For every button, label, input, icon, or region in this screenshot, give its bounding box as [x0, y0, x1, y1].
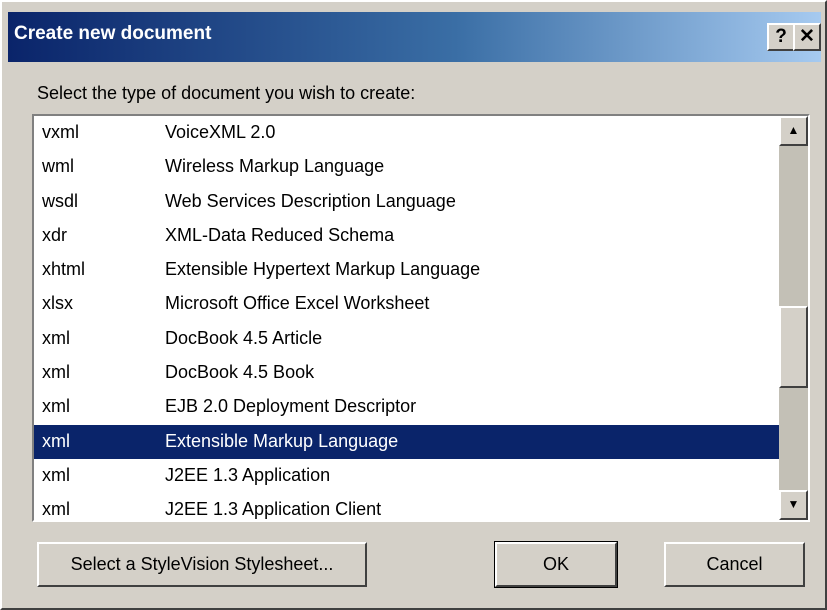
cancel-button[interactable]: Cancel — [664, 542, 805, 587]
file-extension: xml — [42, 430, 70, 451]
help-icon: ? — [775, 26, 787, 47]
dialog-title: Create new document — [14, 23, 212, 44]
file-extension: xml — [42, 327, 70, 348]
list-item[interactable]: xhtml Extensible Hypertext Markup Languag… — [34, 253, 779, 287]
document-description: EJB 2.0 Deployment Descriptor — [165, 396, 417, 417]
list-item[interactable]: xml DocBook 4.5 Article — [34, 322, 779, 356]
file-extension: xml — [42, 396, 70, 417]
file-extension: xml — [42, 362, 70, 383]
scroll-down-button[interactable]: ▼ — [779, 490, 808, 520]
document-description: XML-Data Reduced Schema — [165, 224, 395, 245]
create-new-document-dialog: Create new document ? ✕ Select the type … — [0, 0, 827, 610]
document-type-rows: vxml VoiceXML 2.0 wml Wireless Markup Langu… — [34, 116, 779, 520]
select-stylesheet-button[interactable]: Select a StyleVision Stylesheet... — [37, 542, 367, 587]
document-description: J2EE 1.3 Application — [165, 464, 331, 485]
scrollbar-thumb[interactable] — [779, 306, 808, 388]
document-description: Wireless Markup Language — [165, 156, 385, 177]
document-type-list[interactable]: vxml VoiceXML 2.0 wml Wireless Markup Langu… — [32, 114, 810, 522]
file-extension: xml — [42, 464, 70, 485]
document-description: Extensible Markup Language — [165, 430, 399, 451]
help-button[interactable]: ? — [767, 23, 795, 51]
file-extension: wsdl — [42, 190, 79, 211]
document-description: DocBook 4.5 Article — [165, 327, 323, 348]
document-description: DocBook 4.5 Book — [165, 362, 315, 383]
file-extension: xml — [42, 499, 70, 520]
list-item[interactable]: xml Extensible Markup Language — [34, 424, 779, 459]
vertical-scrollbar[interactable]: ▲ ▼ — [779, 116, 808, 520]
file-extension: xlsx — [42, 293, 73, 314]
list-item[interactable]: xml J2EE 1.3 Application Client — [34, 493, 779, 520]
document-description: Extensible Hypertext Markup Language — [165, 259, 481, 280]
document-description: VoiceXML 2.0 — [165, 122, 276, 142]
title-bar[interactable]: Create new document ? ✕ — [8, 12, 821, 62]
prompt-label: Select the type of document you wish to … — [37, 83, 416, 103]
list-item[interactable]: xdr XML-Data Reduced Schema — [34, 219, 779, 253]
document-description: Microsoft Office Excel Worksheet — [165, 293, 430, 314]
list-item[interactable]: xml J2EE 1.3 Application — [34, 459, 779, 493]
list-item[interactable]: xml EJB 2.0 Deployment Descriptor — [34, 390, 779, 424]
close-icon: ✕ — [799, 26, 815, 47]
scroll-up-button[interactable]: ▲ — [779, 116, 808, 146]
file-extension: xdr — [42, 224, 68, 245]
document-description: Web Services Description Language — [165, 190, 456, 211]
list-item[interactable]: xml DocBook 4.5 Book — [34, 356, 779, 390]
document-description: J2EE 1.3 Application Client — [165, 499, 382, 520]
arrow-down-icon: ▼ — [787, 497, 800, 511]
file-extension: xhtml — [42, 259, 86, 280]
file-extension: vxml — [42, 122, 79, 142]
arrow-up-icon: ▲ — [787, 123, 800, 137]
list-item[interactable]: vxml VoiceXML 2.0 — [34, 116, 779, 150]
ok-button[interactable]: OK — [494, 541, 618, 588]
file-extension: wml — [42, 156, 74, 177]
list-item[interactable]: wml Wireless Markup Language — [34, 150, 779, 184]
close-button[interactable]: ✕ — [793, 23, 821, 51]
list-item[interactable]: xlsx Microsoft Office Excel Worksheet — [34, 287, 779, 321]
list-item[interactable]: wsdl Web Services Description Language — [34, 185, 779, 219]
